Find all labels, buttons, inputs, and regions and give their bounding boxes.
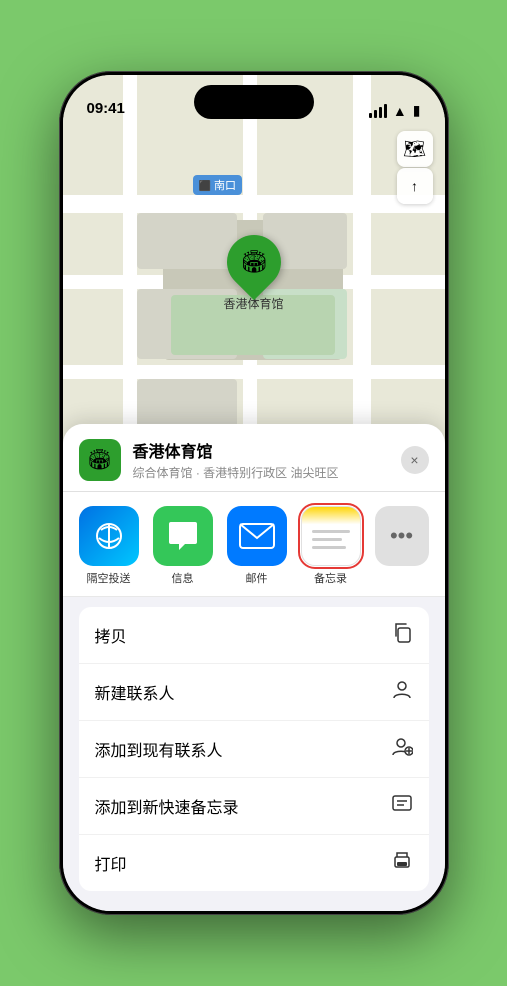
more-apps-button[interactable]: ••• (375, 506, 429, 566)
notes-icon (301, 506, 361, 566)
venue-emoji: 🏟 (87, 447, 112, 472)
airdrop-label: 隔空投送 (87, 570, 131, 586)
print-label: 打印 (95, 851, 127, 875)
quick-note-label: 添加到新快速备忘录 (95, 794, 239, 818)
more-apps-icon: ••• (390, 523, 413, 549)
pin-icon: 🏟 (215, 224, 291, 300)
venue-icon: 🏟 (79, 439, 121, 481)
notes-label: 备忘录 (314, 570, 347, 586)
venue-name: 香港体育馆 (133, 438, 389, 462)
map-label: ⬛ 南口 (193, 175, 243, 195)
dynamic-island (194, 85, 314, 119)
add-contact-icon (391, 735, 413, 763)
close-button[interactable]: × (401, 446, 429, 474)
copy-icon (391, 621, 413, 649)
messages-label: 信息 (172, 570, 194, 586)
bottom-sheet: 🏟 香港体育馆 综合体育馆 · 香港特别行政区 油尖旺区 × (63, 424, 445, 911)
print-action[interactable]: 打印 (79, 835, 429, 891)
copy-label: 拷贝 (95, 623, 127, 647)
airdrop-app-item[interactable]: 隔空投送 (79, 506, 139, 586)
quick-note-action[interactable]: 添加到新快速备忘录 (79, 778, 429, 835)
venue-pin-emoji: 🏟 (240, 249, 268, 275)
messages-icon (153, 506, 213, 566)
venue-description: 综合体育馆 · 香港特别行政区 油尖旺区 (133, 464, 389, 481)
sheet-header: 🏟 香港体育馆 综合体育馆 · 香港特别行政区 油尖旺区 × (63, 424, 445, 492)
notes-app-item[interactable]: 备忘录 (301, 506, 361, 586)
status-time: 09:41 (87, 100, 125, 119)
quick-note-icon (391, 792, 413, 820)
add-contact-action[interactable]: 添加到现有联系人 (79, 721, 429, 778)
map-location-button[interactable]: ↑ (397, 168, 433, 204)
add-contact-label: 添加到现有联系人 (95, 737, 223, 761)
mail-app-item[interactable]: 邮件 (227, 506, 287, 586)
phone-screen: 09:41 ▲ ▮ (63, 75, 445, 911)
new-contact-label: 新建联系人 (95, 680, 175, 704)
map-pin: 🏟 香港体育馆 (223, 235, 283, 312)
phone-frame: 09:41 ▲ ▮ (59, 71, 449, 915)
battery-icon: ▮ (413, 102, 421, 119)
location-icon: ↑ (411, 178, 418, 194)
status-icons: ▲ ▮ (369, 102, 421, 119)
new-contact-icon (391, 678, 413, 706)
new-contact-action[interactable]: 新建联系人 (79, 664, 429, 721)
airdrop-icon (79, 506, 139, 566)
action-list: 拷贝 新建联系人 (79, 607, 429, 891)
close-icon: × (410, 452, 418, 468)
layers-icon: 🗺 (403, 139, 426, 160)
map-layers-button[interactable]: 🗺 (397, 131, 433, 167)
venue-info: 香港体育馆 综合体育馆 · 香港特别行政区 油尖旺区 (133, 438, 389, 481)
mail-label: 邮件 (246, 570, 268, 586)
signal-icon (369, 104, 387, 118)
print-icon (391, 849, 413, 877)
share-apps-row: 隔空投送 信息 (63, 492, 445, 597)
copy-action[interactable]: 拷贝 (79, 607, 429, 664)
map-block (137, 213, 237, 269)
map-controls: 🗺 ↑ (397, 131, 433, 204)
mail-icon (227, 506, 287, 566)
messages-app-item[interactable]: 信息 (153, 506, 213, 586)
wifi-icon: ▲ (393, 103, 407, 119)
